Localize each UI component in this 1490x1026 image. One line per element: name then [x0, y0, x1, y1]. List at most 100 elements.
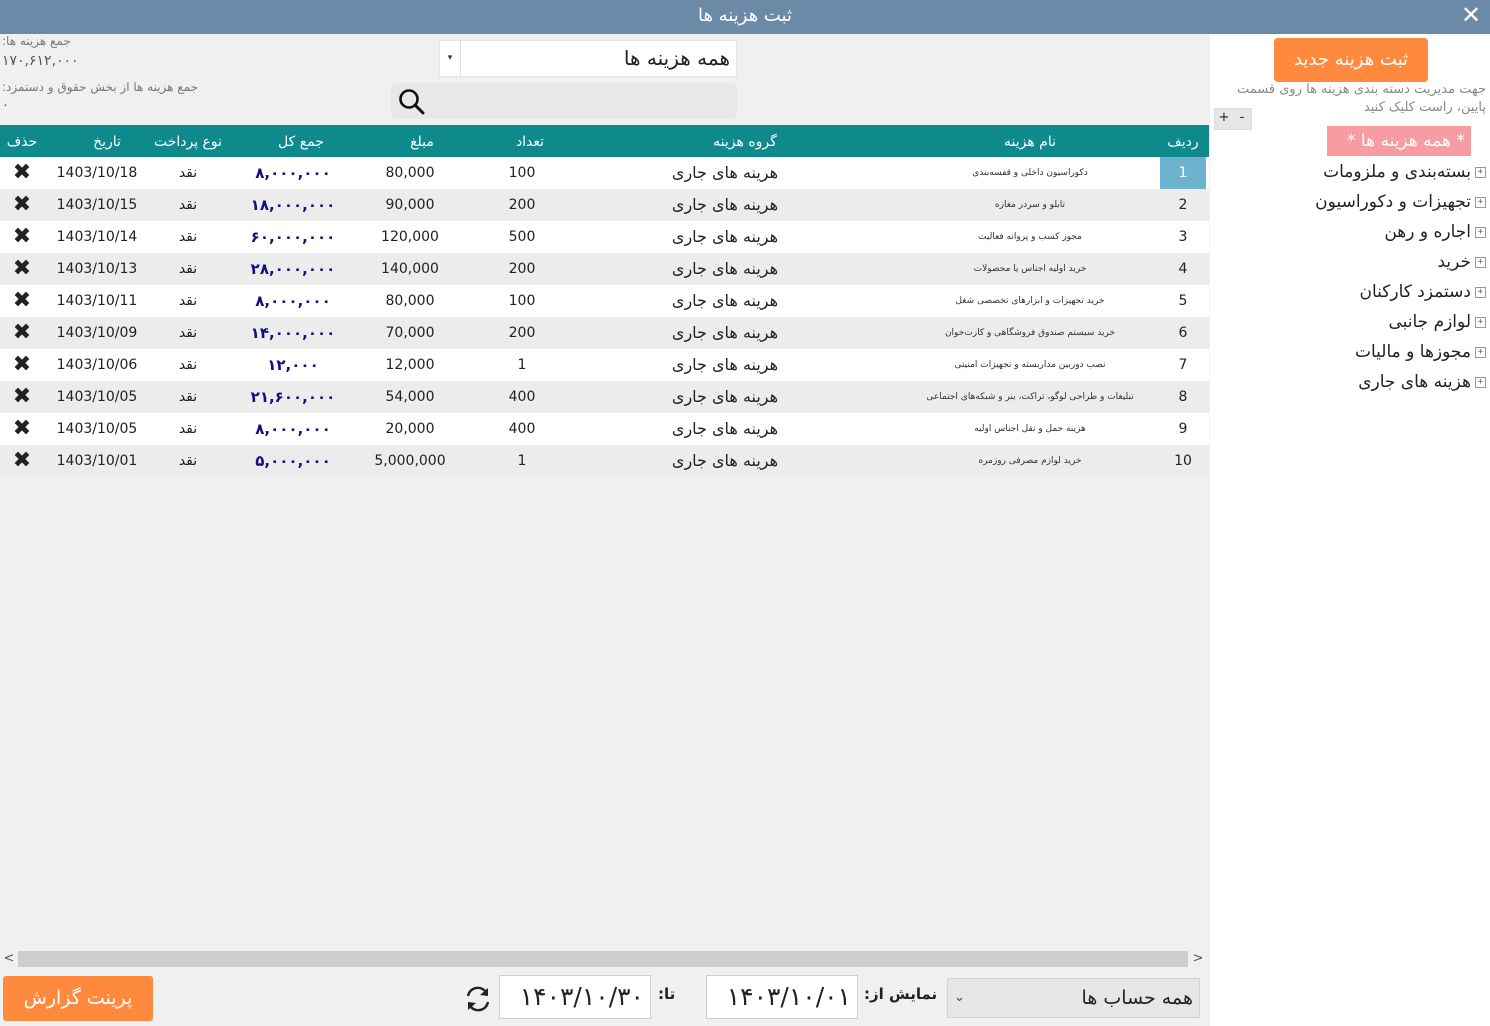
expense-total[interactable]: ۶۰,۰۰۰,۰۰۰	[238, 221, 348, 253]
table-row[interactable]: 3 مجوز کسب و پروانه فعالیت هرینه های جار…	[0, 221, 1209, 253]
expense-total[interactable]: ۲۱,۶۰۰,۰۰۰	[238, 381, 348, 413]
column-header-payment[interactable]: نوع پرداخت	[148, 125, 228, 157]
expense-date[interactable]: 1403/10/09	[50, 317, 144, 349]
expense-total[interactable]: ۱۴,۰۰۰,۰۰۰	[238, 317, 348, 349]
delete-icon[interactable]: ✖	[8, 349, 36, 381]
expense-qty[interactable]: 100	[492, 285, 552, 317]
expense-qty[interactable]: 400	[492, 381, 552, 413]
payment-type[interactable]: نقد	[160, 189, 216, 221]
tree-root-all-expenses[interactable]: * همه هزینه ها *	[1327, 126, 1471, 156]
expense-qty[interactable]: 200	[492, 253, 552, 285]
close-icon[interactable]: ✕	[1456, 0, 1486, 32]
table-row[interactable]: 9 هزینه حمل و نقل اجناس اولیه هرینه های …	[0, 413, 1209, 445]
expense-name[interactable]: خرید اولیه اجناس یا محصولات	[880, 253, 1180, 285]
expense-group[interactable]: هرینه های جاری	[620, 413, 830, 445]
account-dropdown[interactable]: ⌄ همه حساب ها	[947, 978, 1200, 1018]
expense-group[interactable]: هرینه های جاری	[620, 381, 830, 413]
expense-group[interactable]: هرینه های جاری	[620, 253, 830, 285]
expense-group[interactable]: هرینه های جاری	[620, 285, 830, 317]
expense-qty[interactable]: 200	[492, 317, 552, 349]
expense-total[interactable]: ۸,۰۰۰,۰۰۰	[238, 413, 348, 445]
expense-qty[interactable]: 500	[492, 221, 552, 253]
payment-type[interactable]: نقد	[160, 349, 216, 381]
delete-icon[interactable]: ✖	[8, 381, 36, 413]
expense-name[interactable]: تبلیغات و طراحی لوگو، تراکت، بنر و شبکه‌…	[880, 381, 1180, 413]
expense-date[interactable]: 1403/10/14	[50, 221, 144, 253]
collapse-all-button[interactable]: -	[1233, 109, 1251, 129]
expense-name[interactable]: مجوز کسب و پروانه فعالیت	[880, 221, 1180, 253]
expense-date[interactable]: 1403/10/05	[50, 413, 144, 445]
delete-icon[interactable]: ✖	[8, 285, 36, 317]
expense-name[interactable]: دکوراسیون داخلی و قفسه‌بندی	[880, 157, 1180, 189]
expand-icon[interactable]: +	[1475, 226, 1486, 238]
expense-date[interactable]: 1403/10/18	[50, 157, 144, 189]
tree-item[interactable]: + لوازم جانبی	[1388, 307, 1486, 337]
expense-date[interactable]: 1403/10/13	[50, 253, 144, 285]
payment-type[interactable]: نقد	[160, 317, 216, 349]
expense-price[interactable]: 120,000	[360, 221, 460, 253]
delete-icon[interactable]: ✖	[8, 413, 36, 445]
expense-price[interactable]: 70,000	[360, 317, 460, 349]
refresh-icon[interactable]	[462, 983, 494, 1015]
expense-qty[interactable]: 100	[492, 157, 552, 189]
expense-total[interactable]: ۵,۰۰۰,۰۰۰	[238, 445, 348, 477]
from-date-field[interactable]: ۱۴۰۳/۱۰/۰۱	[706, 975, 858, 1019]
delete-icon[interactable]: ✖	[8, 253, 36, 285]
expense-filter-dropdown[interactable]: ▾ همه هزینه ها	[439, 40, 737, 77]
table-row[interactable]: 8 تبلیغات و طراحی لوگو، تراکت، بنر و شبک…	[0, 381, 1209, 413]
tree-item-label[interactable]: خرید	[1437, 252, 1471, 272]
payment-type[interactable]: نقد	[160, 381, 216, 413]
expense-date[interactable]: 1403/10/06	[50, 349, 144, 381]
expense-price[interactable]: 80,000	[360, 285, 460, 317]
scroll-left-icon[interactable]: <	[0, 950, 18, 968]
expand-icon[interactable]: +	[1475, 256, 1486, 268]
expense-group[interactable]: هرینه های جاری	[620, 445, 830, 477]
to-date-field[interactable]: ۱۴۰۳/۱۰/۳۰	[499, 975, 651, 1019]
expense-qty[interactable]: 1	[492, 349, 552, 381]
expense-total[interactable]: ۱۲,۰۰۰	[238, 349, 348, 381]
tree-item[interactable]: + هزینه های جاری	[1358, 367, 1486, 397]
expand-icon[interactable]: +	[1475, 286, 1486, 298]
delete-icon[interactable]: ✖	[8, 221, 36, 253]
delete-icon[interactable]: ✖	[8, 189, 36, 221]
delete-icon[interactable]: ✖	[8, 317, 36, 349]
expense-total[interactable]: ۸,۰۰۰,۰۰۰	[238, 157, 348, 189]
scroll-right-icon[interactable]: >	[1189, 950, 1207, 968]
search-icon[interactable]	[397, 87, 427, 115]
expense-name[interactable]: هزینه حمل و نقل اجناس اولیه	[880, 413, 1180, 445]
expense-total[interactable]: ۲۸,۰۰۰,۰۰۰	[238, 253, 348, 285]
tree-item-label[interactable]: بسته‌بندی و ملزومات	[1323, 162, 1471, 182]
expense-group[interactable]: هرینه های جاری	[620, 189, 830, 221]
expense-total[interactable]: ۱۸,۰۰۰,۰۰۰	[238, 189, 348, 221]
table-row[interactable]: 5 خرید تجهیزات و ابزارهای تخصصی شغل هرین…	[0, 285, 1209, 317]
expense-date[interactable]: 1403/10/15	[50, 189, 144, 221]
column-header-group[interactable]: گروه هزینه	[640, 125, 850, 157]
expense-name[interactable]: خرید سیستم صندوق فروشگاهی و کارت‌خوان	[880, 317, 1180, 349]
tree-item-label[interactable]: هزینه های جاری	[1358, 372, 1471, 392]
column-header-total[interactable]: جمع کل	[246, 125, 356, 157]
expense-qty[interactable]: 200	[492, 189, 552, 221]
tree-item[interactable]: + اجاره و رهن	[1384, 217, 1486, 247]
expense-name[interactable]: خرید لوازم مصرفی روزمره	[880, 445, 1180, 477]
table-row[interactable]: 2 تابلو و سردر مغازه هرینه های جاری 200 …	[0, 189, 1209, 221]
expense-total[interactable]: ۸,۰۰۰,۰۰۰	[238, 285, 348, 317]
chevron-down-icon[interactable]: ⌄	[954, 979, 965, 1017]
payment-type[interactable]: نقد	[160, 445, 216, 477]
expense-date[interactable]: 1403/10/11	[50, 285, 144, 317]
tree-item[interactable]: + مجوزها و مالیات	[1355, 337, 1486, 367]
tree-item-label[interactable]: تجهیزات و دکوراسیون	[1315, 192, 1471, 212]
search-input[interactable]	[437, 85, 731, 119]
expense-name[interactable]: نصب دوربین مداربسته و تجهیزات امنیتی	[880, 349, 1180, 381]
tree-item-label[interactable]: دستمزد کارکنان	[1360, 282, 1472, 302]
tree-item-label[interactable]: لوازم جانبی	[1388, 312, 1471, 332]
column-header-price[interactable]: مبلغ	[372, 125, 472, 157]
expand-icon[interactable]: +	[1475, 346, 1486, 358]
column-header-date[interactable]: تاریخ	[60, 125, 154, 157]
expand-icon[interactable]: +	[1475, 376, 1486, 388]
expand-icon[interactable]: +	[1475, 316, 1486, 328]
expense-group[interactable]: هرینه های جاری	[620, 317, 830, 349]
expense-price[interactable]: 80,000	[360, 157, 460, 189]
expense-name[interactable]: خرید تجهیزات و ابزارهای تخصصی شغل	[880, 285, 1180, 317]
tree-item[interactable]: + دستمزد کارکنان	[1360, 277, 1486, 307]
new-expense-button[interactable]: ثبت هزینه جدید	[1274, 38, 1428, 82]
